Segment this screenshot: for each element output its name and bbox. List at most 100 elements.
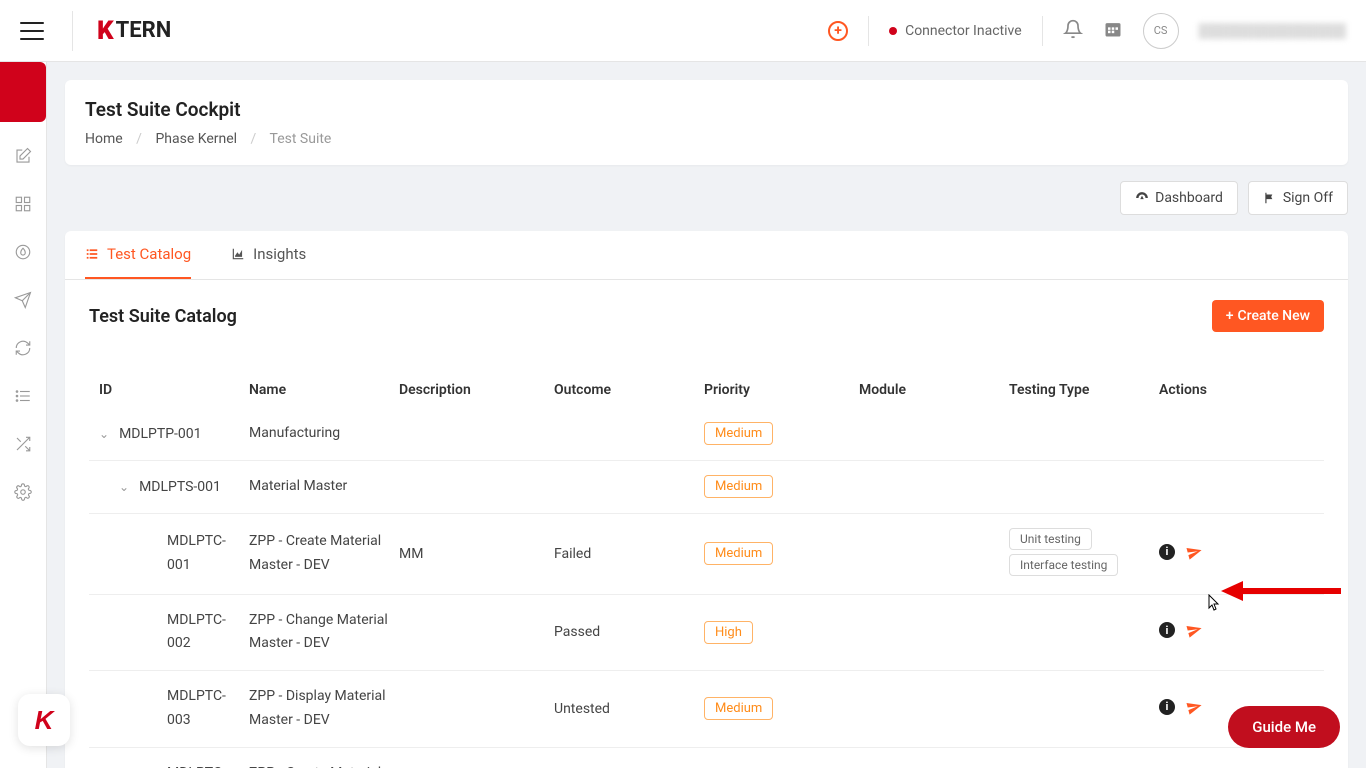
gauge-icon: [1135, 191, 1149, 205]
cell-priority: Medium: [704, 422, 859, 445]
cell-id: MDLPTC-002: [89, 609, 249, 657]
col-actions: Actions: [1159, 382, 1299, 398]
divider: [1042, 16, 1043, 46]
priority-badge: Medium: [704, 422, 773, 445]
cell-name: ZPP - Create Material Master - QAS: [249, 762, 399, 768]
cell-actions: i: [1159, 544, 1299, 564]
content-card: Test Catalog Insights Test Suite Catalog…: [65, 231, 1348, 768]
breadcrumb-home[interactable]: Home: [85, 131, 123, 147]
cell-name: ZPP - Display Material Master - DEV: [249, 685, 399, 733]
table-row: ⌄MDLPTP-001Manufacturing Medium: [89, 408, 1324, 461]
cell-id: MDLPTC-003: [89, 685, 249, 733]
cell-name: ZPP - Change Material Master - DEV: [249, 609, 399, 657]
chevron-down-icon[interactable]: ⌄: [99, 427, 109, 441]
add-icon[interactable]: +: [828, 21, 848, 41]
catalog-header: Test Suite Catalog + Create New: [65, 280, 1348, 352]
dashboard-button[interactable]: Dashboard: [1120, 181, 1238, 215]
tabs: Test Catalog Insights: [65, 231, 1348, 280]
cell-name: Material Master: [249, 475, 399, 499]
cell-priority: Medium: [704, 542, 859, 565]
cell-name: Manufacturing: [249, 422, 399, 446]
cell-priority: Medium: [704, 697, 859, 720]
col-outcome: Outcome: [554, 382, 704, 398]
send-icon[interactable]: [1185, 621, 1206, 644]
logo-k-icon: K: [97, 16, 114, 46]
table-row: MDLPTC-002ZPP - Change Material Master -…: [89, 595, 1324, 672]
cell-id: ⌄MDLPTS-001: [89, 479, 249, 495]
user-name-blurred: ████████████████: [1199, 23, 1346, 39]
col-desc: Description: [399, 382, 554, 398]
cell-id: MDLPTC-599: [89, 762, 249, 768]
breadcrumb-phase[interactable]: Phase Kernel: [155, 131, 237, 147]
priority-badge: Medium: [704, 475, 773, 498]
cell-id: MDLPTC-001: [89, 530, 249, 578]
info-icon[interactable]: i: [1159, 544, 1175, 560]
info-icon[interactable]: i: [1159, 622, 1175, 638]
send-icon[interactable]: [1185, 542, 1206, 565]
col-module: Module: [859, 382, 1009, 398]
sidebar-settings-icon[interactable]: [11, 480, 35, 504]
sidebar-send-icon[interactable]: [11, 288, 35, 312]
chevron-down-icon[interactable]: ⌄: [119, 480, 129, 494]
testing-type-tag: Unit testing: [1009, 528, 1092, 550]
actions-bar: Dashboard Sign Off: [65, 181, 1348, 215]
sidebar-active-indicator[interactable]: [0, 62, 46, 122]
chart-icon: [231, 247, 245, 261]
col-priority: Priority: [704, 382, 859, 398]
test-catalog-table: ID Name Description Outcome Priority Mod…: [89, 372, 1324, 768]
sidebar-edit-icon[interactable]: [11, 144, 35, 168]
list-icon: [85, 247, 99, 261]
left-sidebar: [0, 62, 47, 768]
user-avatar[interactable]: CS: [1143, 13, 1179, 49]
flag-icon: [1263, 191, 1277, 205]
send-icon[interactable]: [1185, 697, 1206, 720]
guide-me-button[interactable]: Guide Me: [1228, 706, 1340, 748]
cell-outcome: Failed: [554, 546, 704, 562]
table-header: ID Name Description Outcome Priority Mod…: [89, 372, 1324, 408]
table-row: MDLPTC-001ZPP - Create Material Master -…: [89, 514, 1324, 595]
tab-test-catalog[interactable]: Test Catalog: [85, 231, 191, 279]
plus-icon: +: [1226, 308, 1234, 324]
col-id: ID: [89, 382, 249, 398]
info-icon[interactable]: i: [1159, 699, 1175, 715]
priority-badge: Medium: [704, 542, 773, 565]
status-dot-icon: [889, 27, 897, 35]
catalog-title: Test Suite Catalog: [89, 306, 237, 327]
create-new-button[interactable]: + Create New: [1212, 300, 1324, 332]
cell-outcome: Passed: [554, 624, 704, 640]
table-row: MDLPTC-003ZPP - Display Material Master …: [89, 671, 1324, 748]
priority-badge: High: [704, 621, 753, 644]
brand-logo[interactable]: KTERN: [72, 11, 171, 51]
sidebar-shuffle-icon[interactable]: [11, 432, 35, 456]
page-header: Test Suite Cockpit Home / Phase Kernel /…: [65, 80, 1348, 165]
sidebar-grid-icon[interactable]: [11, 192, 35, 216]
calendar-icon[interactable]: [1103, 19, 1123, 43]
cell-id: ⌄MDLPTP-001: [89, 426, 249, 442]
breadcrumb: Home / Phase Kernel / Test Suite: [85, 131, 1328, 147]
page-title: Test Suite Cockpit: [85, 98, 1328, 121]
table-row: MDLPTC-599ZPP - Create Material Master -…: [89, 748, 1324, 768]
priority-badge: Medium: [704, 697, 773, 720]
signoff-button[interactable]: Sign Off: [1248, 181, 1348, 215]
cell-priority: Medium: [704, 475, 859, 498]
col-testing: Testing Type: [1009, 382, 1159, 398]
connector-status: Connector Inactive: [889, 23, 1022, 39]
col-name: Name: [249, 382, 399, 398]
floating-logo-button[interactable]: K: [18, 694, 70, 746]
divider: [868, 16, 869, 46]
testing-type-tag: Interface testing: [1009, 554, 1118, 576]
sidebar-list-icon[interactable]: [11, 384, 35, 408]
hamburger-menu-icon[interactable]: [20, 22, 44, 40]
tab-insights[interactable]: Insights: [231, 231, 306, 279]
notifications-icon[interactable]: [1063, 19, 1083, 43]
breadcrumb-current: Test Suite: [270, 131, 332, 147]
cell-outcome: Untested: [554, 701, 704, 717]
cell-name: ZPP - Create Material Master - DEV: [249, 530, 399, 578]
cell-description: MM: [399, 546, 554, 562]
cell-testing-type: Unit testing Interface testing: [1009, 528, 1159, 580]
sidebar-fire-icon[interactable]: [11, 240, 35, 264]
top-header: KTERN + Connector Inactive CS ██████████…: [0, 0, 1366, 62]
table-row: ⌄MDLPTS-001Material Master Medium: [89, 461, 1324, 514]
sidebar-refresh-icon[interactable]: [11, 336, 35, 360]
cell-actions: i: [1159, 622, 1299, 642]
